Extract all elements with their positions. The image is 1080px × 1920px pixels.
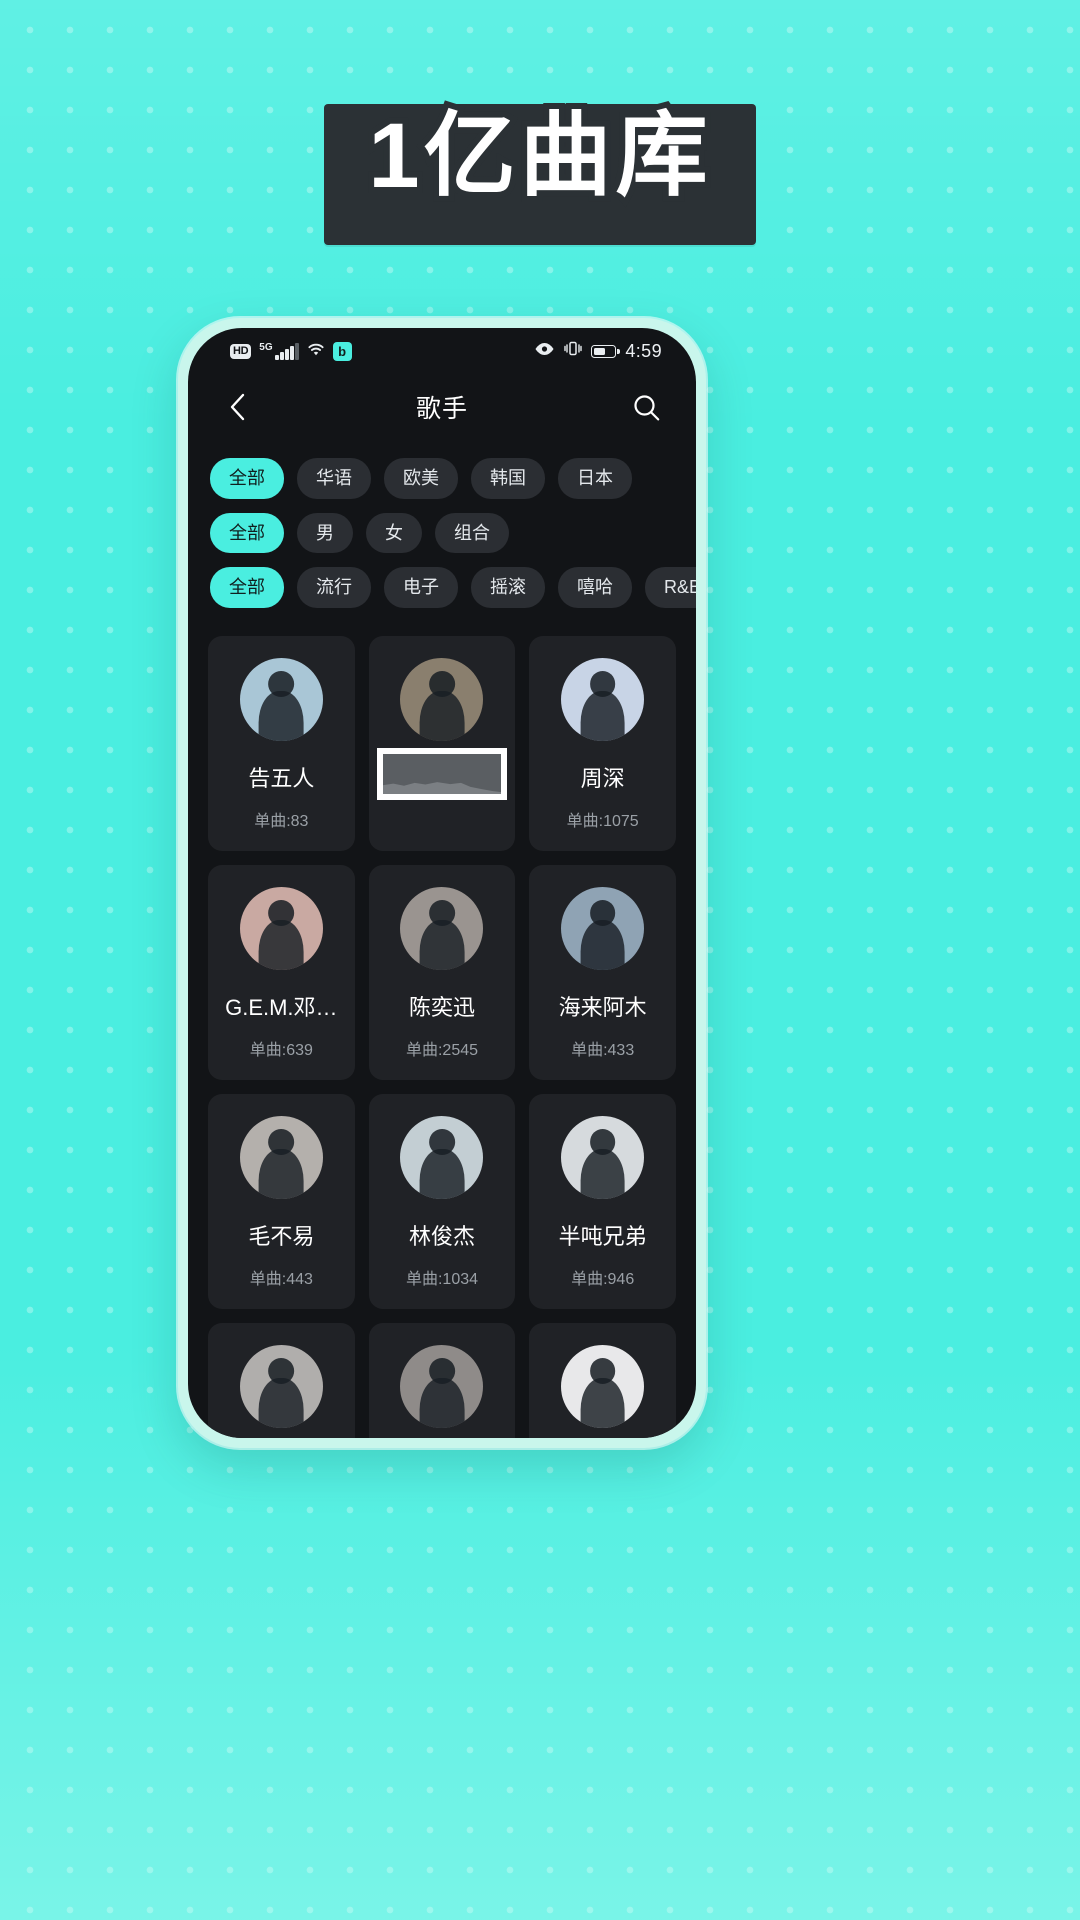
artist-song-count: 单曲:639: [249, 1042, 313, 1060]
filter-chip-genre-2[interactable]: 电子: [384, 567, 458, 609]
artist-avatar: [561, 1345, 645, 1429]
status-bar-right: 4:59: [534, 341, 662, 362]
filter-row-gender: 全部男女组合: [188, 512, 696, 554]
artist-card[interactable]: 陈奕迅单曲:2545: [368, 865, 516, 1081]
vibrate-icon: [564, 341, 583, 361]
artist-name: 告五人: [248, 766, 315, 792]
status-bar: HD 5G b 4:59: [188, 328, 696, 374]
artist-avatar: [400, 1116, 484, 1200]
promo-headline-banner: 1亿曲库: [0, 102, 1080, 245]
filter-chip-genre-4[interactable]: 嘻哈: [558, 567, 632, 609]
battery-icon: [591, 344, 620, 358]
filter-chip-region-1[interactable]: 华语: [297, 458, 371, 499]
artist-card[interactable]: 单曲:1585: [368, 636, 516, 852]
status-time: 4:59: [625, 340, 662, 361]
eye-icon: [534, 341, 555, 361]
filter-chip-gender-3[interactable]: 组合: [435, 512, 509, 554]
app-badge-icon: b: [332, 341, 352, 361]
artist-card[interactable]: 告五人单曲:83: [208, 636, 355, 852]
filter-chip-genre-5[interactable]: R&B: [645, 567, 696, 609]
artist-card[interactable]: 张学友单曲:3497: [208, 1323, 355, 1438]
hd-icon: HD: [230, 343, 252, 359]
filter-chip-region-4[interactable]: 日本: [558, 458, 632, 499]
filter-chip-region-0[interactable]: 全部: [210, 458, 284, 499]
artist-card[interactable]: 海来阿木单曲:433: [529, 865, 676, 1081]
artist-song-count: 单曲:1075: [566, 813, 639, 831]
status-bar-left: HD 5G b: [230, 341, 352, 362]
artist-name: 海来阿木: [558, 995, 647, 1021]
artist-card[interactable]: 半吨兄弟单曲:946: [529, 1094, 676, 1310]
artist-name: G.E.M.邓…: [225, 995, 338, 1021]
artist-card[interactable]: G.E.M.邓… 单曲:639: [208, 865, 355, 1081]
headline-text: 1亿曲库: [362, 102, 713, 210]
filter-chip-region-3[interactable]: 韩国: [471, 458, 545, 499]
artist-avatar: [239, 887, 323, 971]
filter-section: 全部华语欧美韩国日本 全部男女组合 全部流行电子摇滚嘻哈R&B民: [188, 440, 696, 628]
artist-name: 林俊杰: [408, 1224, 475, 1250]
app-header: 歌手: [188, 374, 696, 440]
filter-chip-gender-2[interactable]: 女: [366, 512, 422, 554]
artist-name: 毛不易: [248, 1224, 315, 1250]
artist-song-count: 单曲:2545: [405, 1042, 479, 1060]
artist-avatar: [239, 1116, 323, 1200]
artist-avatar: [400, 658, 484, 742]
network-type-label: 5G: [259, 341, 273, 353]
artist-song-count: 单曲:443: [249, 1271, 313, 1289]
back-chevron-icon[interactable]: [222, 392, 252, 422]
artist-avatar: [239, 658, 323, 742]
artist-card[interactable]: Beyond单曲:2693: [529, 1323, 676, 1438]
artist-name: 半吨兄弟: [558, 1224, 647, 1250]
artist-card[interactable]: 林俊杰单曲:1034: [368, 1094, 516, 1310]
artist-name: 周深: [580, 766, 625, 792]
filter-chip-region-2[interactable]: 欧美: [384, 458, 458, 499]
artist-card[interactable]: 周深单曲:1075: [529, 636, 676, 852]
artist-song-count: 单曲:433: [571, 1042, 635, 1060]
phone-mockup: HD 5G b 4:59 歌手 全部 华语 欧美 韩国 日本 全部 男 女 组合…: [178, 318, 706, 1448]
filter-chip-gender-0[interactable]: 全部: [210, 512, 284, 554]
artist-avatar: [400, 887, 484, 971]
artist-song-count: 单曲:946: [571, 1271, 635, 1289]
artist-avatar: [239, 1345, 323, 1429]
censor-overlay: [376, 748, 508, 801]
signal-icon: 5G: [258, 341, 299, 360]
filter-row-region: 全部 华语 欧美 韩国 日本: [188, 458, 696, 499]
artist-avatar: [561, 1116, 645, 1200]
artist-avatar: [561, 658, 645, 742]
artist-card[interactable]: 程响单曲:611: [368, 1323, 516, 1438]
artist-avatar: [400, 1345, 484, 1429]
wifi-icon: [306, 341, 326, 362]
filter-chip-genre-0[interactable]: 全部: [210, 567, 284, 609]
headline-banner-plate: 1亿曲库: [324, 102, 756, 245]
phone-screen: HD 5G b 4:59 歌手 全部 华语 欧美 韩国 日本 全部 男 女 组合…: [188, 328, 696, 1438]
filter-chip-gender-1[interactable]: 男: [297, 512, 353, 554]
filter-chip-genre-3[interactable]: 摇滚: [471, 567, 545, 609]
artist-song-count: 单曲:83: [254, 813, 309, 831]
artist-avatar: [561, 887, 645, 971]
artist-grid: 告五人单曲:83单曲:1585周深单曲:1075G.E.M.邓…单曲:639陈奕…: [188, 628, 696, 1438]
artist-song-count: 单曲:1034: [405, 1271, 479, 1289]
artist-name: 陈奕迅: [408, 995, 475, 1021]
search-icon[interactable]: [630, 391, 662, 423]
page-title: 歌手: [415, 395, 468, 423]
artist-card[interactable]: 毛不易单曲:443: [208, 1094, 355, 1310]
filter-row-genre: 全部流行电子摇滚嘻哈R&B民: [188, 567, 696, 609]
filter-chip-genre-1[interactable]: 流行: [297, 567, 371, 609]
